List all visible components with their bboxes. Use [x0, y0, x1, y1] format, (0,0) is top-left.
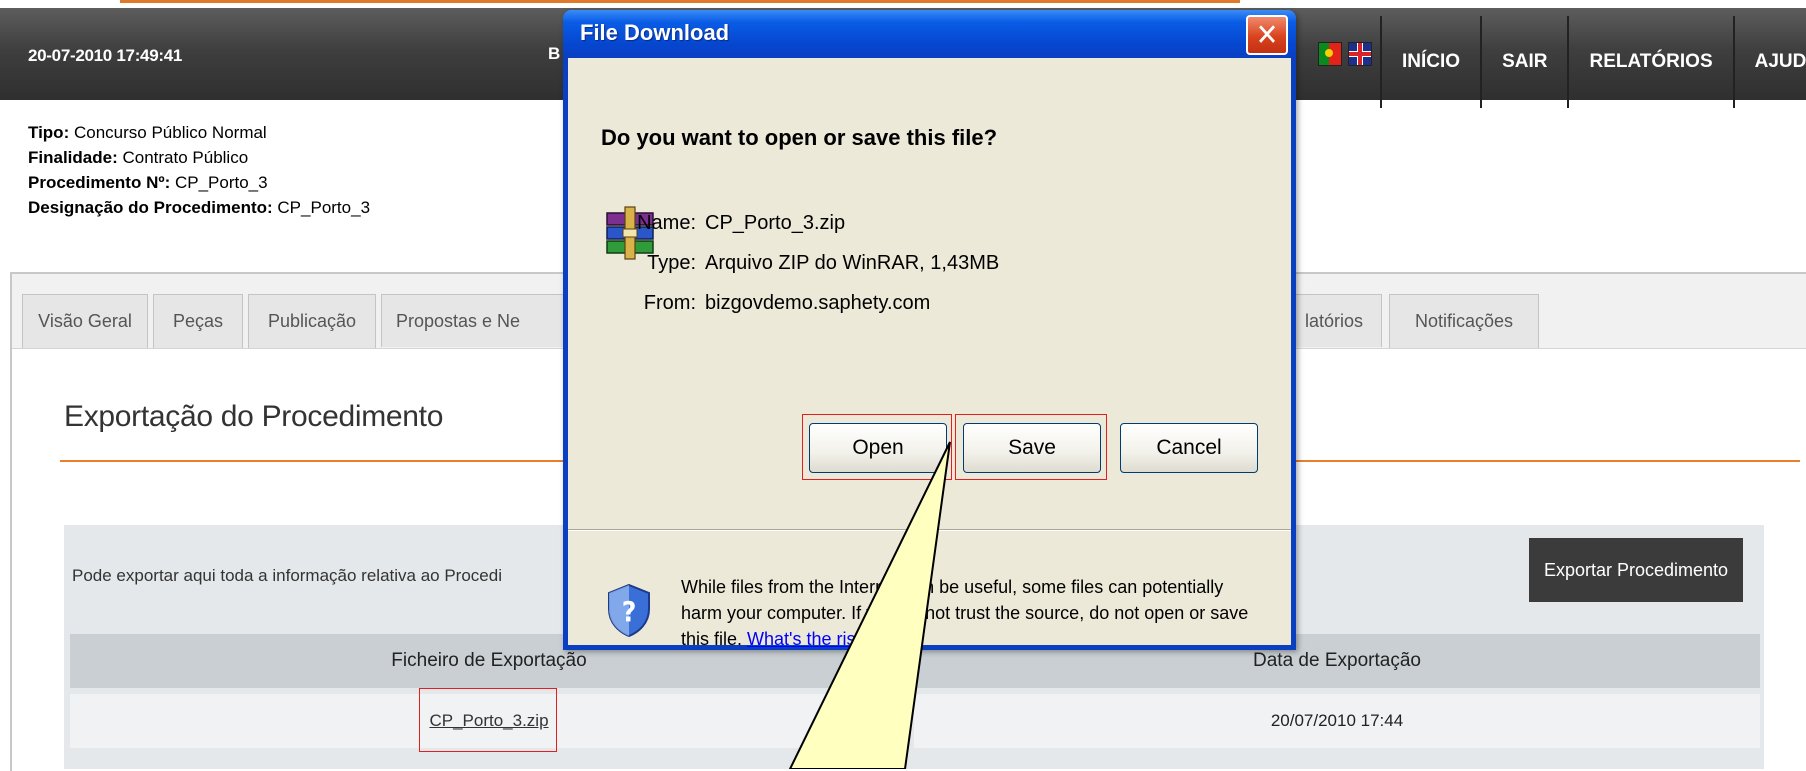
save-highlight: [955, 414, 1107, 480]
cancel-button[interactable]: Cancel: [1120, 423, 1258, 473]
type-label: Type:: [647, 252, 696, 274]
uk-flag-icon[interactable]: [1348, 42, 1372, 66]
open-highlight: [802, 414, 952, 480]
tab-visao-geral[interactable]: Visão Geral: [22, 294, 148, 348]
table-row: CP_Porto_3.zip 20/07/2010 17:44: [70, 694, 1760, 752]
dialog-body: Do you want to open or save this file? N…: [568, 58, 1291, 649]
procedure-info: Tipo: Concurso Público Normal Finalidade…: [28, 120, 370, 220]
finalidade-value: Contrato Público: [122, 148, 249, 167]
tipo-label: Tipo:: [28, 123, 70, 142]
nav-relatorios[interactable]: RELATÓRIOS: [1567, 16, 1732, 108]
finalidade-label: Finalidade:: [28, 148, 118, 167]
dialog-separator: [568, 529, 1291, 530]
language-flags: [1318, 42, 1372, 66]
shield-question-icon: ?: [608, 583, 650, 637]
numero-value: CP_Porto_3: [174, 173, 268, 192]
numero-label: Procedimento Nº:: [28, 173, 171, 192]
nav-ajuda[interactable]: AJUDA: [1732, 16, 1806, 108]
name-value: CP_Porto_3.zip: [705, 212, 846, 234]
svg-text:?: ?: [622, 595, 637, 628]
dialog-titlebar[interactable]: File Download ✕: [563, 10, 1296, 58]
designacao-value: CP_Porto_3: [277, 198, 371, 217]
file-type-row: Type: Arquivo ZIP do WinRAR, 1,43MB: [621, 252, 999, 275]
file-from-row: From: bizgovdemo.saphety.com: [621, 292, 931, 315]
file-name-row: Name: CP_Porto_3.zip: [621, 212, 845, 235]
export-description: Pode exportar aqui toda a informação rel…: [72, 566, 502, 585]
tab-notificacoes[interactable]: Notificações: [1389, 294, 1539, 348]
nav-sair[interactable]: SAIR: [1480, 16, 1567, 108]
designacao-label: Designação do Procedimento:: [28, 198, 273, 217]
top-nav: INÍCIO SAIR RELATÓRIOS AJUDA: [1380, 16, 1806, 108]
from-value: bizgovdemo.saphety.com: [705, 292, 931, 314]
tab-pecas[interactable]: Peças: [153, 294, 243, 348]
dialog-question: Do you want to open or save this file?: [601, 125, 998, 150]
header-datetime: 20-07-2010 17:49:41: [28, 46, 183, 65]
security-warning: While files from the Internet can be use…: [681, 574, 1261, 652]
name-label: Name:: [637, 212, 696, 234]
tab-publicacao[interactable]: Publicação: [248, 294, 376, 348]
portugal-flag-icon[interactable]: [1318, 42, 1342, 66]
tab-propostas[interactable]: Propostas e Ne: [381, 294, 573, 347]
file-download-dialog: File Download ✕ Do you want to open or s…: [563, 10, 1296, 650]
nav-inicio[interactable]: INÍCIO: [1380, 16, 1480, 108]
page-title: Exportação do Procedimento: [64, 400, 444, 433]
close-icon[interactable]: ✕: [1246, 15, 1288, 55]
file-link-highlight: [419, 688, 557, 752]
export-procedure-button[interactable]: Exportar Procedimento: [1529, 538, 1743, 602]
type-value: Arquivo ZIP do WinRAR, 1,43MB: [705, 252, 1000, 274]
from-label: From:: [643, 292, 696, 314]
risk-link[interactable]: What's the risk?: [747, 629, 874, 649]
tipo-value: Concurso Público Normal: [73, 123, 267, 142]
header-title-truncated: B: [548, 44, 561, 63]
dialog-title: File Download: [580, 20, 730, 45]
top-accent-line: [120, 0, 1240, 3]
export-date: 20/07/2010 17:44: [914, 694, 1760, 748]
